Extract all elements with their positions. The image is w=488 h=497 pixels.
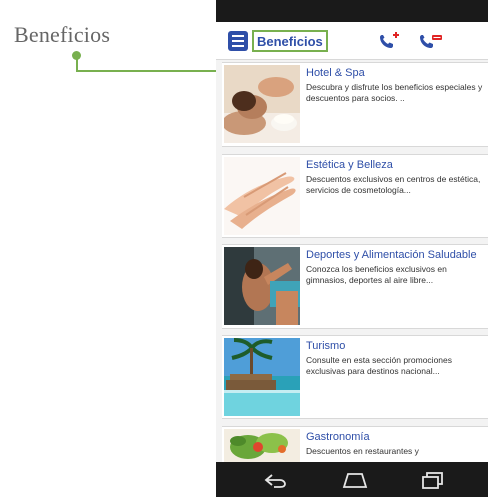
card-title: Gastronomía bbox=[306, 431, 370, 443]
annotation-label: Beneficios bbox=[14, 22, 111, 47]
screenshot-canvas: Beneficios Beneficios Hotel & Spa Descub… bbox=[0, 0, 488, 497]
navigation-bar bbox=[216, 462, 488, 497]
phone-plus-icon[interactable] bbox=[376, 32, 400, 50]
list-item[interactable]: Hotel & Spa Descubra y disfrute los bene… bbox=[222, 62, 488, 147]
card-title: Turismo bbox=[306, 340, 346, 352]
card-text: Deportes y Alimentación Saludable Conozc… bbox=[306, 249, 488, 286]
list-item[interactable]: Estética y Belleza Descuentos exclusivos… bbox=[222, 154, 488, 238]
card-description: Consulte en esta sección promociones exc… bbox=[306, 355, 452, 376]
app-bar: Beneficios bbox=[216, 22, 488, 60]
menu-icon[interactable] bbox=[228, 31, 248, 51]
card-description: Descuentos en restaurantes y bbox=[306, 446, 419, 456]
benefits-list: Hotel & Spa Descubra y disfrute los bene… bbox=[216, 62, 488, 462]
card-description: Descuentos exclusivos en centros de esté… bbox=[306, 174, 481, 195]
card-title: Hotel & Spa bbox=[306, 67, 365, 79]
card-text: Turismo Consulte en esta sección promoci… bbox=[306, 340, 488, 377]
card-text: Estética y Belleza Descuentos exclusivos… bbox=[306, 159, 488, 196]
status-bar bbox=[216, 0, 488, 22]
salad-food-image bbox=[224, 429, 300, 462]
beach-resort-image bbox=[224, 338, 300, 416]
card-description: Conozca los beneficios exclusivos en gim… bbox=[306, 264, 447, 285]
list-item[interactable]: Turismo Consulte en esta sección promoci… bbox=[222, 335, 488, 419]
card-title: Deportes y Alimentación Saludable bbox=[306, 249, 477, 261]
list-item[interactable]: Gastronomía Descuentos en restaurantes y bbox=[222, 426, 488, 462]
card-text: Gastronomía Descuentos en restaurantes y bbox=[306, 431, 488, 457]
page-title: Beneficios bbox=[252, 30, 328, 52]
back-icon[interactable] bbox=[262, 470, 288, 490]
recent-apps-icon[interactable] bbox=[420, 470, 446, 490]
list-item[interactable]: Deportes y Alimentación Saludable Conozc… bbox=[222, 244, 488, 329]
hands-beauty-image bbox=[224, 157, 300, 235]
card-title: Estética y Belleza bbox=[306, 159, 393, 171]
fitness-image bbox=[224, 247, 300, 325]
phone-sos-icon[interactable] bbox=[416, 32, 444, 50]
home-icon[interactable] bbox=[340, 470, 370, 490]
card-text: Hotel & Spa Descubra y disfrute los bene… bbox=[306, 67, 488, 104]
phone-screen: Beneficios Hotel & Spa Descubra y disfru… bbox=[216, 0, 488, 497]
spa-massage-image bbox=[224, 65, 300, 143]
card-description: Descubra y disfrute los beneficios espec… bbox=[306, 82, 483, 103]
